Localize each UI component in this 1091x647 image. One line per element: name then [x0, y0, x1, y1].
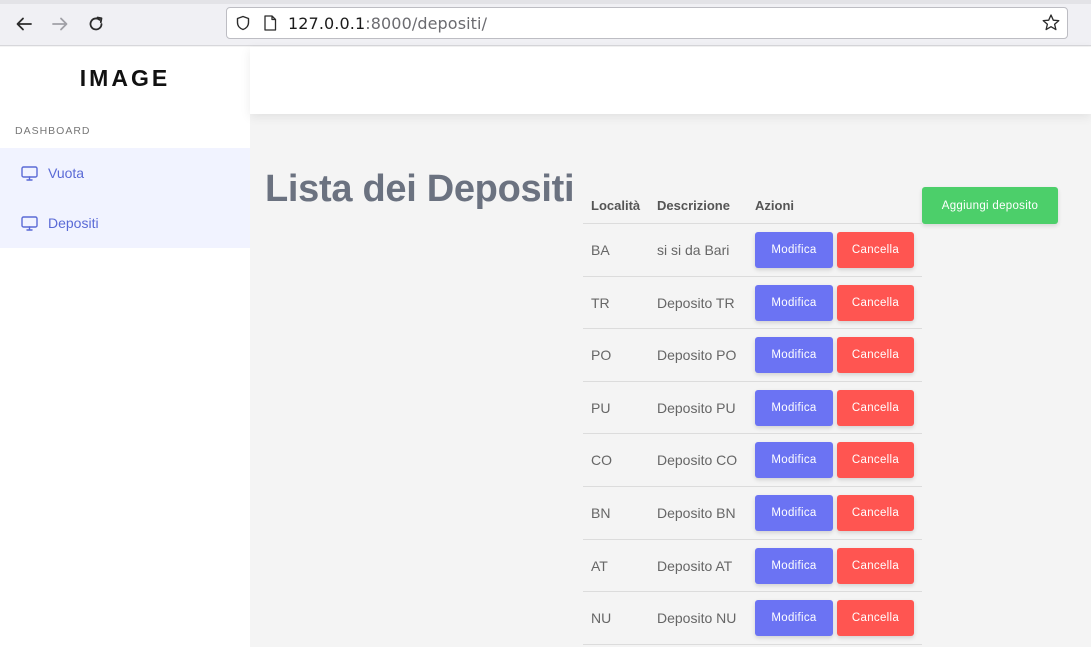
edit-button[interactable]: Modifica	[755, 284, 833, 321]
shield-icon[interactable]	[235, 15, 251, 31]
monitor-icon	[21, 165, 38, 181]
brand-logo[interactable]: IMAGE	[0, 65, 250, 92]
cell-descrizione: Deposito TR	[657, 294, 735, 311]
delete-button[interactable]: Cancella	[837, 547, 914, 584]
table-row: TR Deposito TR Modifica Cancella	[583, 277, 922, 330]
url-text[interactable]: 127.0.0.1:8000/depositi/	[288, 14, 487, 33]
back-button[interactable]	[12, 12, 36, 36]
cell-descrizione: si si da Bari	[657, 242, 730, 258]
sidebar-item-label: Depositi	[48, 215, 99, 231]
table-row: NU Deposito NU Modifica Cancella	[583, 592, 922, 645]
url-host: 127.0.0.1	[288, 14, 366, 33]
table-row: BN Deposito BN Modifica Cancella	[583, 487, 922, 540]
page-icon	[264, 15, 277, 31]
sidebar: IMAGE DASHBOARD Vuota Depositi	[0, 47, 250, 647]
cell-descrizione: Deposito PO	[657, 347, 737, 364]
sidebar-item-label: Vuota	[48, 165, 85, 181]
browser-toolbar: 127.0.0.1:8000/depositi/	[0, 0, 1091, 46]
page-title: Lista dei Depositi	[265, 168, 575, 210]
delete-button[interactable]: Cancella	[837, 284, 914, 321]
back-arrow-icon	[16, 17, 32, 31]
cell-localita: BA	[591, 242, 610, 258]
cell-descrizione: Deposito AT	[657, 557, 733, 574]
address-bar[interactable]: 127.0.0.1:8000/depositi/	[226, 7, 1068, 39]
delete-button[interactable]: Cancella	[837, 600, 914, 637]
cell-localita: AT	[591, 557, 608, 574]
reload-icon	[89, 16, 103, 31]
table-row: BA si si da Bari Modifica Cancella	[583, 224, 922, 277]
cell-descrizione: Deposito BN	[657, 504, 736, 521]
tab-strip-edge	[0, 0, 1091, 4]
add-deposit-button[interactable]: Aggiungi deposito	[922, 187, 1058, 224]
table-row: PO Deposito PO Modifica Cancella	[583, 329, 922, 382]
delete-button[interactable]: Cancella	[837, 337, 914, 374]
delete-button[interactable]: Cancella	[837, 389, 914, 426]
column-header-localita: Località	[591, 198, 641, 213]
edit-button[interactable]: Modifica	[755, 232, 833, 268]
cell-localita: BN	[591, 504, 611, 521]
edit-button[interactable]: Modifica	[755, 442, 833, 479]
table-row: AT Deposito AT Modifica Cancella	[583, 540, 922, 593]
top-header	[250, 47, 1091, 114]
edit-button[interactable]: Modifica	[755, 547, 833, 584]
cell-localita: NU	[591, 610, 612, 627]
edit-button[interactable]: Modifica	[755, 494, 833, 531]
sidebar-item-depositi[interactable]: Depositi	[0, 198, 250, 248]
monitor-icon	[21, 215, 38, 231]
table-row: PU Deposito PU Modifica Cancella	[583, 382, 922, 435]
reload-button[interactable]	[84, 12, 108, 36]
table-header: Località Descrizione Azioni	[583, 186, 922, 224]
sidebar-section-label: DASHBOARD	[15, 125, 91, 137]
url-path: :8000/depositi/	[365, 14, 488, 33]
edit-button[interactable]: Modifica	[755, 337, 833, 374]
star-icon[interactable]	[1041, 13, 1061, 33]
delete-button[interactable]: Cancella	[837, 232, 914, 268]
table-row: CO Deposito CO Modifica Cancella	[583, 434, 922, 487]
deposits-table: Località Descrizione Azioni BA si si da …	[583, 186, 922, 645]
cell-localita: TR	[591, 294, 610, 311]
column-header-descrizione: Descrizione	[657, 198, 730, 213]
cell-localita: PU	[591, 399, 611, 416]
cell-localita: PO	[591, 347, 612, 364]
forward-button[interactable]	[48, 12, 72, 36]
column-header-azioni: Azioni	[755, 198, 794, 213]
edit-button[interactable]: Modifica	[755, 600, 833, 637]
cell-localita: CO	[591, 452, 612, 469]
cell-descrizione: Deposito CO	[657, 452, 738, 469]
sidebar-menu: Vuota Depositi	[0, 148, 250, 248]
delete-button[interactable]: Cancella	[837, 442, 914, 479]
delete-button[interactable]: Cancella	[837, 494, 914, 531]
forward-arrow-icon	[52, 17, 68, 31]
edit-button[interactable]: Modifica	[755, 389, 833, 426]
sidebar-item-vuota[interactable]: Vuota	[0, 148, 250, 198]
cell-descrizione: Deposito NU	[657, 610, 737, 627]
cell-descrizione: Deposito PU	[657, 399, 736, 416]
